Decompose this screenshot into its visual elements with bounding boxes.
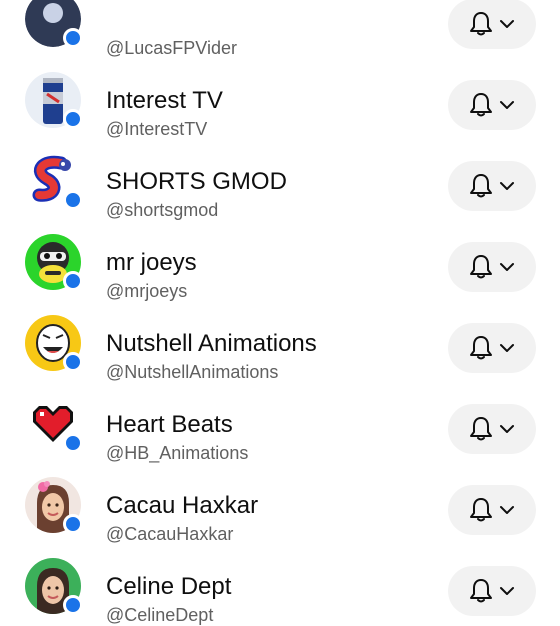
bell-icon (470, 12, 492, 36)
channel-row[interactable]: Cacau Haxkar @CacauHaxkar (0, 456, 560, 544)
notification-settings-button[interactable] (448, 404, 536, 454)
channel-row[interactable]: Nutshell Animations @NutshellAnimations (0, 294, 560, 382)
channel-row[interactable]: SHORTS GMOD @shortsgmod (0, 132, 560, 220)
bell-icon (470, 174, 492, 198)
channel-row[interactable]: mr joeys @mrjoeys (0, 213, 560, 301)
chevron-down-icon (500, 587, 514, 595)
bell-icon (470, 255, 492, 279)
chevron-down-icon (500, 425, 514, 433)
channel-name[interactable]: Interest TV (106, 87, 223, 115)
chevron-down-icon (500, 101, 514, 109)
channel-row[interactable]: Heart Beats @HB_Animations (0, 375, 560, 463)
chevron-down-icon (500, 182, 514, 190)
notification-settings-button[interactable] (448, 0, 536, 49)
notification-settings-button[interactable] (448, 80, 536, 130)
chevron-down-icon (500, 344, 514, 352)
subscriptions-list: @LucasFPVider Interest TV @InterestTV SH… (0, 0, 560, 625)
channel-row[interactable]: Celine Dept @CelineDept (0, 537, 560, 625)
new-content-dot (63, 28, 83, 48)
notification-settings-button[interactable] (448, 485, 536, 535)
notification-settings-button[interactable] (448, 242, 536, 292)
new-content-dot (63, 514, 83, 534)
chevron-down-icon (500, 506, 514, 514)
chevron-down-icon (500, 20, 514, 28)
channel-name[interactable]: SHORTS GMOD (106, 168, 287, 196)
channel-handle: @CelineDept (106, 605, 214, 625)
notification-settings-button[interactable] (448, 566, 536, 616)
new-content-dot (63, 271, 83, 291)
channel-name[interactable]: mr joeys (106, 249, 197, 277)
chevron-down-icon (500, 263, 514, 271)
channel-row[interactable]: @LucasFPVider (0, 0, 560, 58)
bell-icon (470, 579, 492, 603)
channel-name[interactable]: Heart Beats (106, 411, 233, 439)
notification-settings-button[interactable] (448, 161, 536, 211)
new-content-dot (63, 352, 83, 372)
new-content-dot (63, 433, 83, 453)
channel-name[interactable]: Celine Dept (106, 573, 231, 601)
bell-icon (470, 336, 492, 360)
new-content-dot (63, 190, 83, 210)
channel-row[interactable]: Interest TV @InterestTV (0, 51, 560, 139)
channel-name[interactable]: Nutshell Animations (106, 330, 317, 358)
notification-settings-button[interactable] (448, 323, 536, 373)
bell-icon (470, 498, 492, 522)
new-content-dot (63, 595, 83, 615)
bell-icon (470, 93, 492, 117)
new-content-dot (63, 109, 83, 129)
bell-icon (470, 417, 492, 441)
channel-name[interactable]: Cacau Haxkar (106, 492, 258, 520)
